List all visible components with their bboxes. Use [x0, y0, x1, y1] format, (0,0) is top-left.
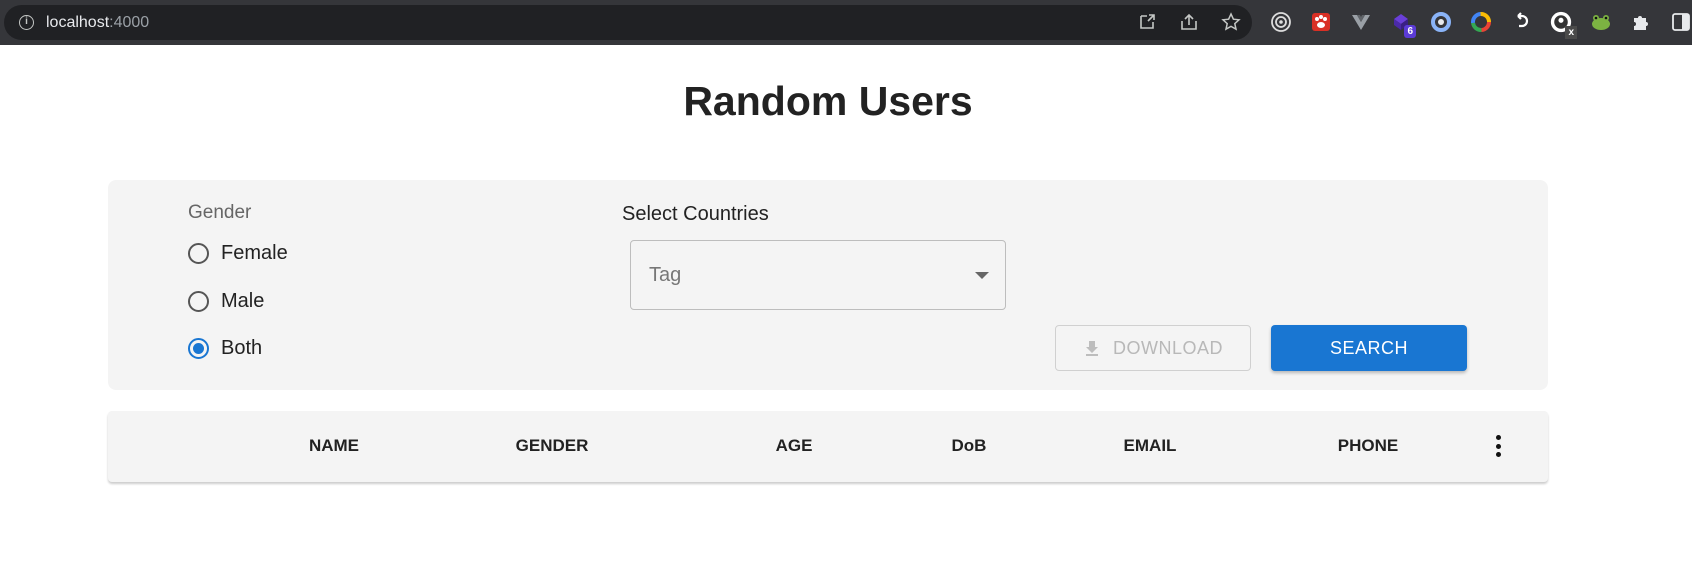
share-icon[interactable] — [1178, 11, 1200, 33]
select-countries-label: Select Countries — [622, 203, 769, 225]
url-port: :4000 — [109, 14, 150, 31]
extension-badge-count: 6 — [1404, 25, 1416, 38]
ring-extension-icon[interactable] — [1428, 8, 1454, 36]
extensions-puzzle-icon[interactable] — [1628, 8, 1654, 36]
side-panel-icon[interactable] — [1668, 8, 1692, 36]
extension-badge-x: x — [1565, 26, 1577, 39]
purple-extension-icon[interactable]: 6 — [1388, 8, 1416, 38]
download-button[interactable]: DOWNLOAD — [1055, 325, 1251, 371]
caret-down-icon[interactable] — [975, 272, 989, 279]
radio-label-female: Female — [221, 242, 288, 264]
column-header-dob[interactable]: DoB — [952, 436, 987, 456]
radio-both[interactable] — [188, 338, 209, 359]
avatar-extension-icon[interactable]: x — [1548, 8, 1577, 39]
column-header-age[interactable]: AGE — [776, 436, 813, 456]
extensions-bar: 6 x — [1268, 8, 1692, 39]
column-header-name[interactable]: NAME — [309, 436, 359, 456]
vue-devtools-icon[interactable] — [1348, 8, 1374, 36]
search-button-label: SEARCH — [1329, 337, 1408, 358]
open-in-new-icon[interactable] — [1136, 11, 1158, 33]
countries-select-placeholder: Tag — [649, 264, 682, 286]
target-extension-icon[interactable] — [1268, 8, 1294, 36]
url-text[interactable]: localhost:4000 — [46, 14, 149, 32]
filter-panel: Gender Female Male Both Select Countries… — [108, 180, 1548, 390]
radio-option-female[interactable]: Female — [188, 242, 288, 265]
column-header-phone[interactable]: PHONE — [1338, 436, 1398, 456]
page-title: Random Users — [683, 78, 973, 124]
radio-option-male[interactable]: Male — [188, 290, 264, 313]
download-icon — [1085, 341, 1098, 356]
download-button-label: DOWNLOAD — [1112, 337, 1223, 358]
column-header-email[interactable]: EMAIL — [1124, 436, 1177, 456]
bookmark-star-icon[interactable] — [1220, 11, 1242, 33]
radio-label-male: Male — [221, 290, 265, 312]
radio-male[interactable] — [188, 291, 209, 312]
color-wheel-extension-icon[interactable] — [1468, 8, 1494, 36]
radio-female[interactable] — [188, 243, 209, 264]
address-bar[interactable]: i localhost:4000 — [4, 5, 1252, 40]
countries-select[interactable]: Tag — [630, 240, 1006, 310]
search-button[interactable]: SEARCH — [1271, 325, 1467, 371]
url-host: localhost — [46, 14, 110, 31]
column-header-gender[interactable]: GENDER — [516, 436, 589, 456]
more-vert-icon[interactable] — [1488, 433, 1508, 459]
browser-toolbar: i localhost:4000 6 x — [0, 0, 1692, 45]
omnibox-actions — [1136, 11, 1242, 33]
arrow-extension-icon[interactable] — [1508, 8, 1534, 36]
users-table-header: NAME GENDER AGE DoB EMAIL PHONE — [108, 411, 1548, 482]
radio-option-both[interactable]: Both — [188, 337, 262, 360]
radio-label-both: Both — [221, 337, 263, 359]
frog-extension-icon[interactable] — [1588, 8, 1614, 36]
site-info-icon[interactable]: i — [19, 15, 34, 30]
paw-extension-icon[interactable] — [1308, 8, 1334, 36]
gender-label: Gender — [188, 202, 252, 223]
